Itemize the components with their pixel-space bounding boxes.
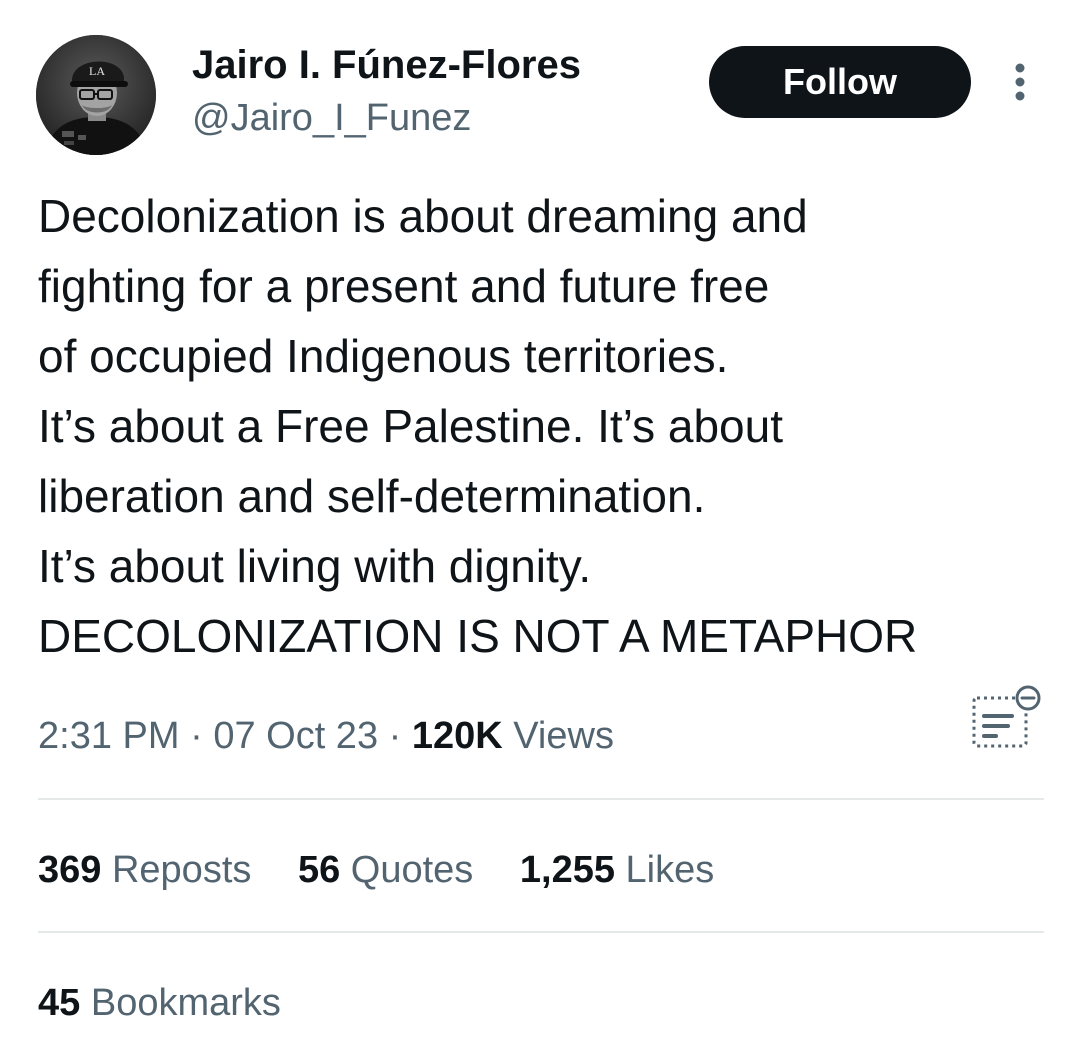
tweet-text-line: DECOLONIZATION IS NOT A METAPHOR bbox=[38, 610, 918, 662]
reposts-count: 369 bbox=[38, 849, 102, 891]
tweet-text-line: liberation and self-determination. bbox=[38, 470, 706, 522]
meta-separator: · bbox=[190, 715, 203, 757]
likes-count: 1,255 bbox=[519, 849, 615, 891]
bookmarks-stat[interactable]: 45 Bookmarks bbox=[38, 978, 281, 1028]
divider bbox=[38, 931, 1044, 933]
reposts-label: Reposts bbox=[111, 849, 252, 891]
tweet-meta: 2:31 PM · 07 Oct 23 · 120K Views bbox=[38, 711, 614, 761]
tweet-text-line: It’s about living with dignity. bbox=[38, 540, 592, 592]
avatar-photo: LA bbox=[36, 35, 156, 155]
tweet-text-line: of occupied Indigenous territories. bbox=[38, 330, 729, 382]
author-avatar[interactable]: LA bbox=[36, 35, 156, 155]
views-label: Views bbox=[513, 715, 614, 757]
author-display-name[interactable]: Jairo I. Fúnez-Flores bbox=[192, 42, 581, 88]
more-vertical-icon[interactable] bbox=[1002, 58, 1038, 106]
likes-stat[interactable]: 1,255 Likes bbox=[520, 845, 714, 895]
tweet-date[interactable]: 07 Oct 23 bbox=[213, 715, 378, 757]
engagement-stats: 369 Reposts 56 Quotes 1,255 Likes bbox=[38, 845, 750, 895]
quotes-label: Quotes bbox=[350, 849, 474, 891]
bookmarks-label: Bookmarks bbox=[90, 982, 281, 1024]
quotes-stat[interactable]: 56 Quotes bbox=[298, 845, 473, 895]
post-analytics-icon[interactable] bbox=[968, 684, 1044, 754]
views-count: 120K bbox=[411, 715, 503, 757]
tweet-text: Decolonization is about dreaming and fig… bbox=[38, 181, 1058, 671]
avatar-cap-logo: LA bbox=[89, 64, 105, 78]
bookmarks-count: 45 bbox=[38, 982, 81, 1024]
tweet-text-line: It’s about a Free Palestine. It’s about bbox=[38, 400, 783, 452]
likes-label: Likes bbox=[625, 849, 715, 891]
divider bbox=[38, 798, 1044, 800]
tweet-text-line: Decolonization is about dreaming and bbox=[38, 190, 808, 242]
tweet-header: LA Jairo I. Fúnez-Flores @Jairo_I_Funez … bbox=[0, 0, 1080, 170]
tweet-text-line: fighting for a present and future free bbox=[38, 260, 770, 312]
author-handle[interactable]: @Jairo_I_Funez bbox=[192, 96, 471, 140]
tweet-time[interactable]: 2:31 PM bbox=[38, 715, 180, 757]
quotes-count: 56 bbox=[297, 849, 341, 891]
meta-separator: · bbox=[388, 715, 402, 757]
reposts-stat[interactable]: 369 Reposts bbox=[38, 845, 251, 895]
follow-button[interactable]: Follow bbox=[709, 46, 971, 118]
